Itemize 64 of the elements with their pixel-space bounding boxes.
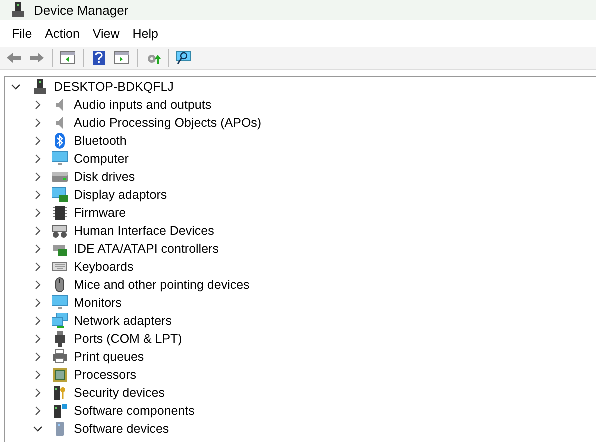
tower-key-icon xyxy=(52,385,68,401)
tree-item[interactable]: Software devices xyxy=(74,422,170,436)
tree-item[interactable]: Print queues xyxy=(74,350,144,364)
expand-chevron-icon[interactable] xyxy=(33,316,43,326)
tree-item[interactable]: Software components xyxy=(74,404,195,418)
menu-item[interactable]: File xyxy=(7,26,40,40)
expand-chevron-icon[interactable] xyxy=(33,244,43,254)
expand-chevron-icon[interactable] xyxy=(33,298,43,308)
tree-item[interactable]: Mice and other pointing devices xyxy=(74,278,250,292)
tree-item[interactable]: Audio Processing Objects (APOs) xyxy=(74,116,262,130)
expand-chevron-icon[interactable] xyxy=(33,370,43,380)
expand-chevron-icon[interactable] xyxy=(33,262,43,272)
menu-item[interactable]: View xyxy=(88,26,128,40)
printer-icon xyxy=(52,349,68,365)
expand-chevron-icon[interactable] xyxy=(33,118,43,128)
computer-tower-icon xyxy=(11,2,25,18)
expand-chevron-icon[interactable] xyxy=(33,406,43,416)
tree-item[interactable]: Security devices xyxy=(74,386,166,400)
collapse-chevron-icon[interactable] xyxy=(11,82,21,92)
tree-item[interactable]: Firmware xyxy=(74,206,126,220)
computer-tower-icon xyxy=(32,79,48,95)
expand-chevron-icon[interactable] xyxy=(33,172,43,182)
tree-item[interactable]: Display adaptors xyxy=(74,188,168,202)
expand-chevron-icon[interactable] xyxy=(33,352,43,362)
port-plug-icon xyxy=(52,331,68,347)
menu-item[interactable]: Action xyxy=(40,26,88,40)
expand-chevron-icon[interactable] xyxy=(33,136,43,146)
monitor-icon xyxy=(52,151,68,167)
tree-item[interactable]: Bluetooth xyxy=(74,134,127,148)
menu-item[interactable]: Help xyxy=(128,26,166,40)
tree-item[interactable]: Monitors xyxy=(74,296,122,310)
back-arrow-icon[interactable] xyxy=(6,50,22,66)
expand-chevron-icon[interactable] xyxy=(33,100,43,110)
forward-arrow-icon[interactable] xyxy=(29,50,45,66)
tree-item[interactable]: Processors xyxy=(74,368,137,382)
chip-icon xyxy=(52,205,68,221)
expand-chevron-icon[interactable] xyxy=(33,280,43,290)
display-card-icon xyxy=(52,187,68,203)
tree-item[interactable]: Ports (COM & LPT) xyxy=(74,332,182,346)
tree-item[interactable]: Computer xyxy=(74,152,129,166)
expand-chevron-icon[interactable] xyxy=(33,388,43,398)
help-icon[interactable] xyxy=(91,50,107,66)
expand-chevron-icon[interactable] xyxy=(33,334,43,344)
bluetooth-icon xyxy=(52,133,68,149)
window-title: Device Manager xyxy=(34,2,129,18)
monitor-search-icon[interactable] xyxy=(176,50,192,66)
expand-chevron-icon[interactable] xyxy=(33,208,43,218)
expand-chevron-icon[interactable] xyxy=(33,226,43,236)
tree-item[interactable]: Human Interface Devices xyxy=(74,224,214,238)
disk-drive-icon xyxy=(52,169,68,185)
network-icon xyxy=(52,313,68,329)
expand-chevron-icon[interactable] xyxy=(33,154,43,164)
panel-icon[interactable] xyxy=(60,50,76,66)
tree-item[interactable]: Keyboards xyxy=(74,260,134,274)
tree-item[interactable]: Audio inputs and outputs xyxy=(74,98,212,112)
collapse-chevron-icon[interactable] xyxy=(33,424,43,434)
monitor-icon xyxy=(52,295,68,311)
panel-icon[interactable] xyxy=(114,50,130,66)
tree-item[interactable]: DESKTOP-BDKQFLJ xyxy=(54,80,174,94)
expand-chevron-icon[interactable] xyxy=(33,190,43,200)
processor-icon xyxy=(52,367,68,383)
tree-item[interactable]: IDE ATA/ATAPI controllers xyxy=(74,242,219,256)
tree-item[interactable]: Disk drives xyxy=(74,170,136,184)
tree-item[interactable]: Network adapters xyxy=(74,314,172,328)
